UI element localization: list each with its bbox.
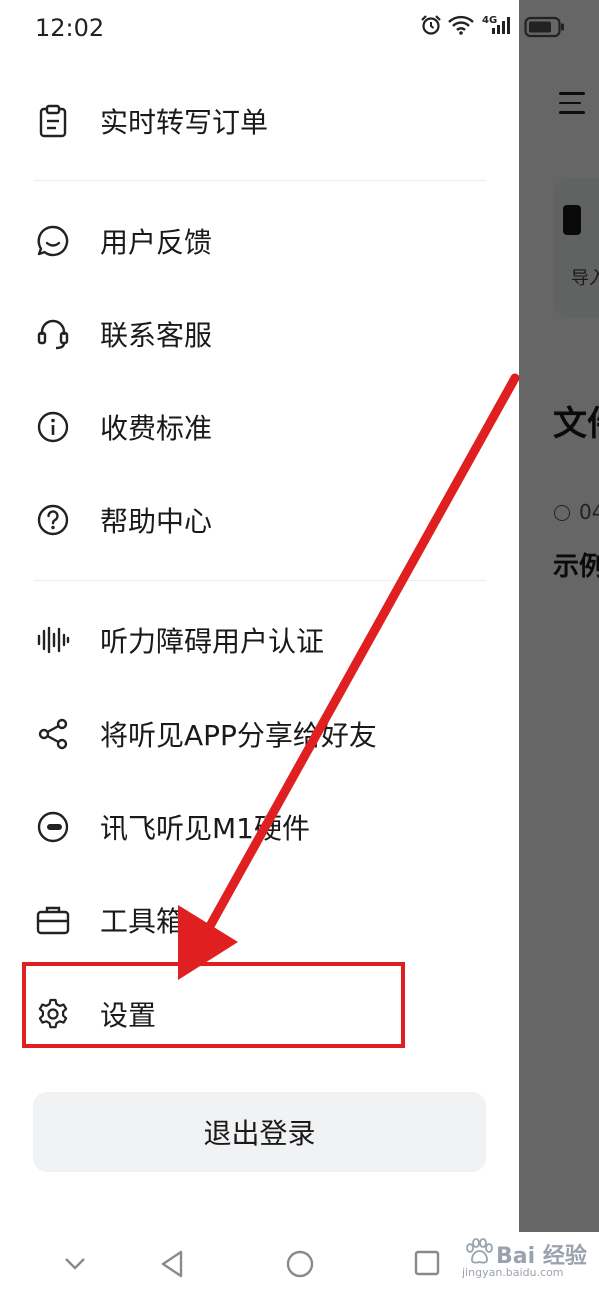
baidu-paw-icon	[466, 1238, 493, 1264]
back-icon[interactable]	[160, 1250, 184, 1282]
annotation-arrow	[178, 373, 520, 980]
recents-icon[interactable]	[414, 1250, 440, 1280]
watermark-url: jingyan.baidu.com	[462, 1266, 564, 1279]
collapse-chevron-icon[interactable]	[64, 1256, 86, 1275]
baidu-watermark: Bai 经验 jingyan.baidu.com	[460, 1234, 595, 1282]
home-icon[interactable]	[286, 1250, 314, 1282]
